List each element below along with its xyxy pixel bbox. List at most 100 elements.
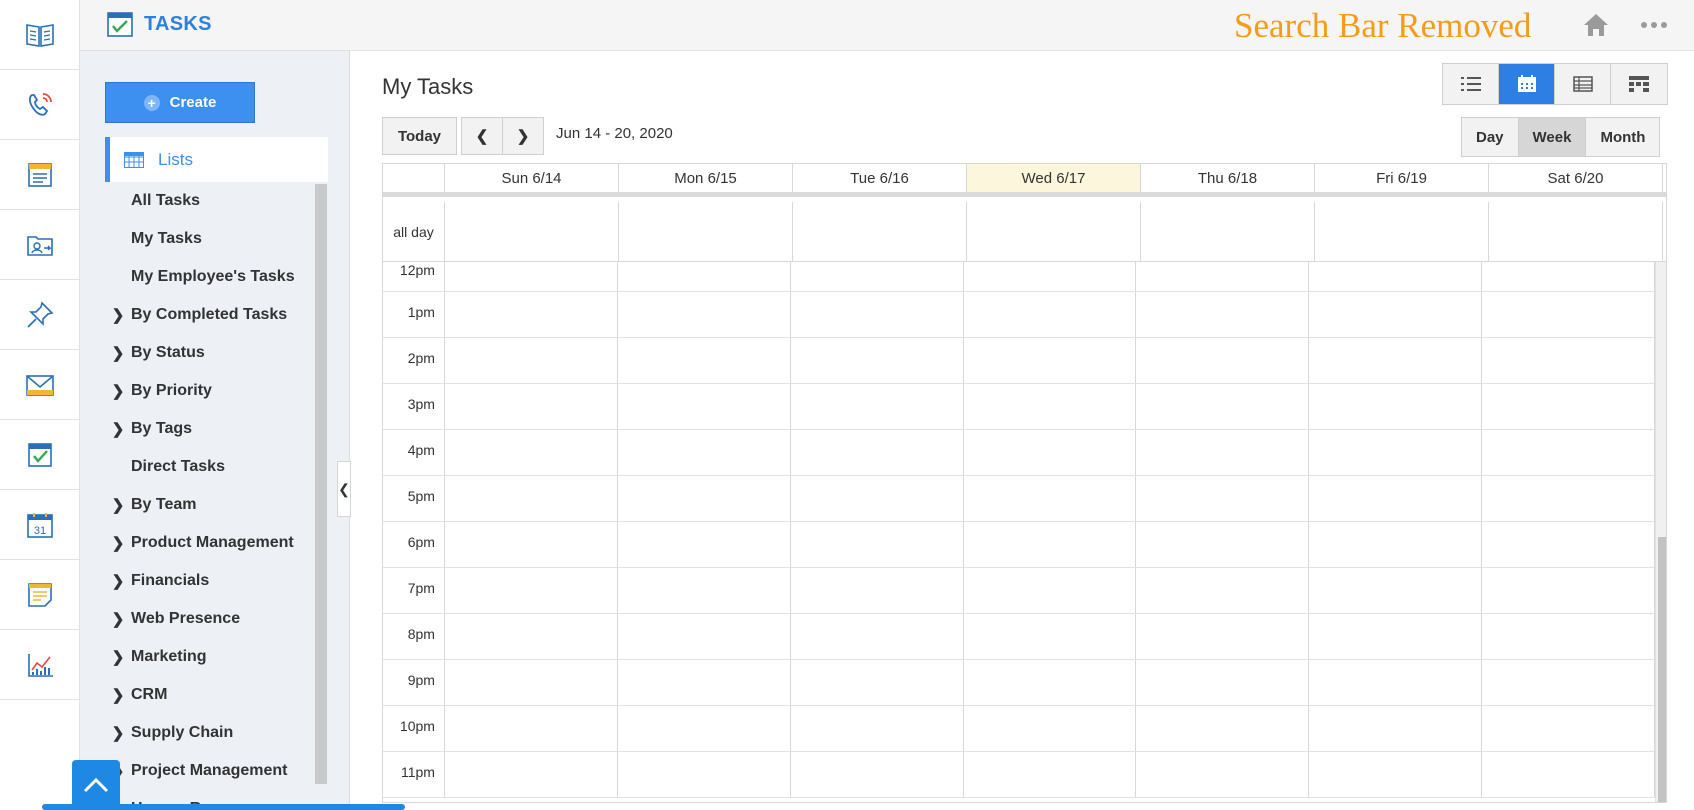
time-slot[interactable] <box>1309 430 1483 475</box>
rail-item-tasks[interactable] <box>0 420 79 490</box>
time-slot[interactable] <box>1482 614 1655 659</box>
time-slot[interactable] <box>791 522 964 567</box>
nav-direct-tasks[interactable]: Direct Tasks <box>105 448 313 486</box>
time-slot[interactable] <box>1136 660 1310 705</box>
day-header-today[interactable]: Wed 6/17 <box>967 164 1141 192</box>
month-range-button[interactable]: Month <box>1586 118 1660 156</box>
time-slot[interactable] <box>791 338 964 383</box>
rail-item-pin[interactable] <box>0 280 79 350</box>
time-slot[interactable] <box>1136 476 1310 521</box>
rail-item-folder-contact[interactable] <box>0 210 79 280</box>
time-slot[interactable] <box>445 384 618 429</box>
rail-item-calendar[interactable]: 31 <box>0 490 79 560</box>
time-slot[interactable] <box>964 384 1137 429</box>
app-brand[interactable]: TASKS <box>106 10 212 38</box>
rail-item-mail[interactable] <box>0 350 79 420</box>
time-slot[interactable] <box>1309 522 1483 567</box>
time-slot[interactable] <box>1136 384 1310 429</box>
day-header[interactable]: Mon 6/15 <box>619 164 793 192</box>
time-slot[interactable] <box>445 706 618 751</box>
next-week-button[interactable]: ❯ <box>502 117 544 155</box>
rail-item-phone[interactable] <box>0 70 79 140</box>
time-slot[interactable] <box>618 262 791 291</box>
time-slot[interactable] <box>964 522 1137 567</box>
time-slot[interactable] <box>1482 568 1655 613</box>
time-slot[interactable] <box>1482 292 1655 337</box>
time-slot[interactable] <box>791 706 964 751</box>
time-slot[interactable] <box>1309 262 1483 291</box>
time-slot[interactable] <box>445 338 618 383</box>
time-slot[interactable] <box>964 614 1137 659</box>
nav-crm[interactable]: ❯ CRM <box>105 676 313 714</box>
nav-my-tasks[interactable]: My Tasks <box>105 220 313 258</box>
time-slot[interactable] <box>1136 614 1310 659</box>
time-slot[interactable] <box>1482 476 1655 521</box>
all-day-cell[interactable] <box>619 202 793 261</box>
time-slot[interactable] <box>618 614 791 659</box>
time-slot[interactable] <box>964 338 1137 383</box>
rail-item-book[interactable] <box>0 0 79 70</box>
nav-marketing[interactable]: ❯ Marketing <box>105 638 313 676</box>
time-slot[interactable] <box>445 292 618 337</box>
time-slot[interactable] <box>1482 660 1655 705</box>
time-slot[interactable] <box>1309 706 1483 751</box>
horizontal-scrollbar[interactable] <box>42 804 405 810</box>
time-slot[interactable] <box>791 752 964 797</box>
sidebar-scrollbar[interactable] <box>315 184 327 784</box>
time-slot[interactable] <box>1136 292 1310 337</box>
nav-by-priority[interactable]: ❯ By Priority <box>105 372 313 410</box>
home-button[interactable] <box>1580 9 1612 41</box>
nav-project-management[interactable]: ❯Project Management <box>105 752 313 790</box>
time-slot[interactable] <box>964 292 1137 337</box>
nav-web-presence[interactable]: ❯ Web Presence <box>105 600 313 638</box>
time-slot[interactable] <box>1309 338 1483 383</box>
day-header[interactable]: Thu 6/18 <box>1141 164 1315 192</box>
more-options-button[interactable] <box>1638 9 1670 41</box>
time-slot[interactable] <box>964 706 1137 751</box>
nav-supply-chain[interactable]: ❯ Supply Chain <box>105 714 313 752</box>
nav-by-completed-tasks[interactable]: ❯ By Completed Tasks <box>105 296 313 334</box>
time-slot[interactable] <box>1482 706 1655 751</box>
nav-by-status[interactable]: ❯ By Status <box>105 334 313 372</box>
list-view-button[interactable] <box>1443 64 1499 104</box>
create-button[interactable]: + Create <box>105 82 255 123</box>
time-slot[interactable] <box>1482 522 1655 567</box>
time-slot[interactable] <box>964 752 1137 797</box>
time-slot[interactable] <box>1482 338 1655 383</box>
time-slot[interactable] <box>964 430 1137 475</box>
time-slot[interactable] <box>1482 430 1655 475</box>
time-slot[interactable] <box>1136 430 1310 475</box>
nav-financials[interactable]: ❯ Financials <box>105 562 313 600</box>
time-slot[interactable] <box>1309 614 1483 659</box>
time-slot[interactable] <box>1309 568 1483 613</box>
time-slot[interactable] <box>1136 568 1310 613</box>
time-slot[interactable] <box>445 262 618 291</box>
time-slot[interactable] <box>618 752 791 797</box>
time-slot[interactable] <box>1482 752 1655 797</box>
time-slot[interactable] <box>964 476 1137 521</box>
day-header[interactable]: Tue 6/16 <box>793 164 967 192</box>
kanban-view-button[interactable] <box>1611 64 1667 104</box>
time-slot[interactable] <box>1309 660 1483 705</box>
week-range-button[interactable]: Week <box>1518 118 1587 156</box>
all-day-cell[interactable] <box>967 202 1141 261</box>
time-slot[interactable] <box>1136 262 1310 291</box>
rail-item-chart[interactable] <box>0 630 79 700</box>
prev-week-button[interactable]: ❮ <box>461 117 503 155</box>
time-slot[interactable] <box>445 476 618 521</box>
all-day-cell[interactable] <box>1489 202 1663 261</box>
time-slot[interactable] <box>1136 706 1310 751</box>
time-slot[interactable] <box>1136 522 1310 567</box>
all-day-cell[interactable] <box>445 202 619 261</box>
calendar-view-button[interactable] <box>1499 64 1555 104</box>
time-slot[interactable] <box>791 568 964 613</box>
calendar-scrollbar[interactable] <box>1655 262 1666 802</box>
time-slot[interactable] <box>445 752 618 797</box>
all-day-cell[interactable] <box>1141 202 1315 261</box>
time-slot[interactable] <box>1482 262 1655 291</box>
time-slot[interactable] <box>791 384 964 429</box>
rail-item-notes[interactable] <box>0 560 79 630</box>
time-slot[interactable] <box>1309 752 1483 797</box>
time-slot[interactable] <box>1309 292 1483 337</box>
time-slot[interactable] <box>1309 384 1483 429</box>
